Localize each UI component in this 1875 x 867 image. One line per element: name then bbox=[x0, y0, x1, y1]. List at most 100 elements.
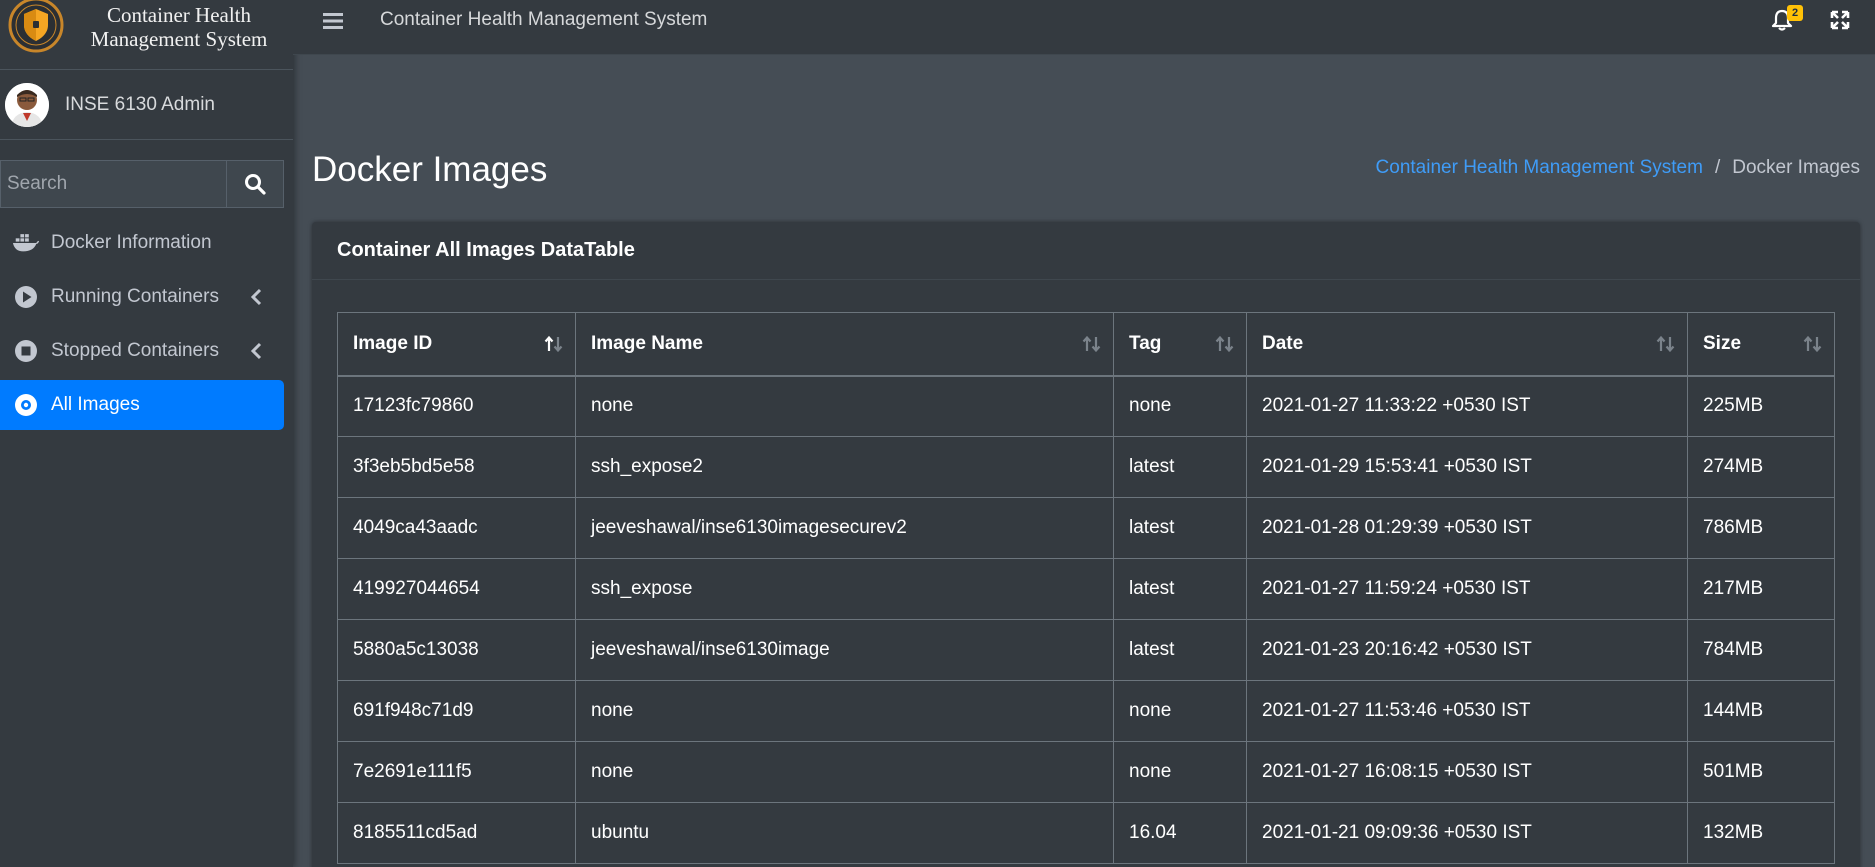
sidebar-search bbox=[0, 160, 284, 208]
column-header-tag[interactable]: Tag bbox=[1113, 312, 1247, 377]
cell-size: 132MB bbox=[1687, 802, 1835, 864]
table-row: 4049ca43aadc jeeveshawal/inse6130imagese… bbox=[337, 497, 1835, 559]
docker-icon bbox=[12, 229, 40, 257]
chevron-left-icon bbox=[250, 288, 262, 306]
breadcrumb-current: Docker Images bbox=[1732, 157, 1860, 178]
search-icon bbox=[245, 174, 266, 195]
breadcrumb: Container Health Management System / Doc… bbox=[1376, 157, 1860, 179]
cell-tag: latest bbox=[1113, 558, 1247, 620]
table-row: 691f948c71d9 none none 2021-01-27 11:53:… bbox=[337, 680, 1835, 742]
play-circle-icon bbox=[12, 283, 40, 311]
table-row: 3f3eb5bd5e58 ssh_expose2 latest 2021-01-… bbox=[337, 436, 1835, 498]
cell-date: 2021-01-29 15:53:41 +0530 IST bbox=[1246, 436, 1688, 498]
cell-size: 225MB bbox=[1687, 375, 1835, 437]
cell-image-id: 419927044654 bbox=[337, 558, 576, 620]
sidebar-item-label: Docker Information bbox=[51, 232, 212, 253]
column-label: Image ID bbox=[353, 332, 433, 354]
sort-icon bbox=[1215, 335, 1234, 353]
stop-circle-icon bbox=[12, 337, 40, 365]
cell-date: 2021-01-27 16:08:15 +0530 IST bbox=[1246, 741, 1688, 803]
user-avatar-icon bbox=[5, 82, 49, 127]
cell-tag: none bbox=[1113, 375, 1247, 437]
cell-image-name: ssh_expose2 bbox=[575, 436, 1114, 498]
cell-tag: latest bbox=[1113, 436, 1247, 498]
cell-image-id: 17123fc79860 bbox=[337, 375, 576, 437]
card-body: Image ID Image Name Tag Date Size 17123f… bbox=[337, 312, 1835, 864]
cell-size: 144MB bbox=[1687, 680, 1835, 742]
column-label: Size bbox=[1703, 332, 1742, 354]
breadcrumb-separator: / bbox=[1714, 157, 1721, 178]
user-panel[interactable]: INSE 6130 Admin bbox=[0, 70, 293, 140]
fullscreen-icon[interactable] bbox=[1830, 10, 1850, 30]
sort-icon bbox=[1082, 335, 1101, 353]
sort-ascending-icon bbox=[544, 335, 563, 353]
cell-tag: latest bbox=[1113, 497, 1247, 559]
column-header-image-id[interactable]: Image ID bbox=[337, 312, 576, 377]
column-header-image-name[interactable]: Image Name bbox=[575, 312, 1114, 377]
cell-image-name: ssh_expose bbox=[575, 558, 1114, 620]
chevron-left-icon bbox=[250, 342, 262, 360]
cell-image-name: none bbox=[575, 741, 1114, 803]
table-row: 17123fc79860 none none 2021-01-27 11:33:… bbox=[337, 375, 1835, 437]
cell-image-id: 4049ca43aadc bbox=[337, 497, 576, 559]
sort-icon bbox=[1656, 335, 1675, 353]
sidebar-item-label: Running Containers bbox=[51, 286, 219, 307]
cell-tag: latest bbox=[1113, 619, 1247, 681]
cell-date: 2021-01-28 01:29:39 +0530 IST bbox=[1246, 497, 1688, 559]
topbar-title[interactable]: Container Health Management System bbox=[380, 9, 707, 31]
sidebar-item-label: Stopped Containers bbox=[51, 340, 219, 361]
cell-date: 2021-01-27 11:33:22 +0530 IST bbox=[1246, 375, 1688, 437]
cell-image-id: 3f3eb5bd5e58 bbox=[337, 436, 576, 498]
cell-image-name: none bbox=[575, 680, 1114, 742]
cell-image-name: jeeveshawal/inse6130imagesecurev2 bbox=[575, 497, 1114, 559]
cell-size: 274MB bbox=[1687, 436, 1835, 498]
cell-tag: 16.04 bbox=[1113, 802, 1247, 864]
table-row: 7e2691e111f5 none none 2021-01-27 16:08:… bbox=[337, 741, 1835, 803]
sort-icon bbox=[1803, 335, 1822, 353]
cell-image-id: 691f948c71d9 bbox=[337, 680, 576, 742]
images-table: Image ID Image Name Tag Date Size 17123f… bbox=[337, 312, 1835, 864]
page-title: Docker Images bbox=[312, 150, 548, 189]
brand[interactable]: Container Health Management System bbox=[0, 0, 293, 70]
cell-image-name: ubuntu bbox=[575, 802, 1114, 864]
cell-tag: none bbox=[1113, 741, 1247, 803]
column-label: Tag bbox=[1129, 332, 1162, 354]
cell-size: 501MB bbox=[1687, 741, 1835, 803]
user-name[interactable]: INSE 6130 Admin bbox=[65, 94, 215, 116]
card-title: Container All Images DataTable bbox=[337, 239, 635, 261]
top-navbar: Container Health Management System 2 bbox=[293, 0, 1875, 55]
sidebar-item-docker-information[interactable]: Docker Information bbox=[0, 218, 284, 268]
breadcrumb-home-link[interactable]: Container Health Management System bbox=[1376, 157, 1703, 179]
table-row: 5880a5c13038 jeeveshawal/inse6130image l… bbox=[337, 619, 1835, 681]
cell-date: 2021-01-27 11:53:46 +0530 IST bbox=[1246, 680, 1688, 742]
sidebar-item-label: All Images bbox=[51, 394, 140, 415]
cell-image-id: 8185511cd5ad bbox=[337, 802, 576, 864]
column-header-date[interactable]: Date bbox=[1246, 312, 1688, 377]
search-input[interactable] bbox=[0, 160, 226, 208]
cell-tag: none bbox=[1113, 680, 1247, 742]
notification-badge: 2 bbox=[1787, 5, 1803, 21]
sidebar-item-all-images[interactable]: All Images bbox=[0, 380, 284, 430]
sidebar-nav: Docker Information Running Containers St… bbox=[0, 218, 284, 434]
table-row: 8185511cd5ad ubuntu 16.04 2021-01-21 09:… bbox=[337, 802, 1835, 864]
table-row: 419927044654 ssh_expose latest 2021-01-2… bbox=[337, 558, 1835, 620]
cell-size: 786MB bbox=[1687, 497, 1835, 559]
column-label: Date bbox=[1262, 332, 1304, 354]
column-label: Image Name bbox=[591, 332, 703, 354]
column-header-size[interactable]: Size bbox=[1687, 312, 1835, 377]
card-header: Container All Images DataTable bbox=[312, 222, 1860, 280]
cell-image-id: 5880a5c13038 bbox=[337, 619, 576, 681]
sidebar-item-running-containers[interactable]: Running Containers bbox=[0, 272, 284, 322]
cell-date: 2021-01-21 09:09:36 +0530 IST bbox=[1246, 802, 1688, 864]
cell-image-id: 7e2691e111f5 bbox=[337, 741, 576, 803]
cell-size: 784MB bbox=[1687, 619, 1835, 681]
shield-logo-icon bbox=[8, 0, 64, 52]
disc-icon bbox=[12, 391, 40, 419]
cell-size: 217MB bbox=[1687, 558, 1835, 620]
cell-image-name: jeeveshawal/inse6130image bbox=[575, 619, 1114, 681]
cell-date: 2021-01-23 20:16:42 +0530 IST bbox=[1246, 619, 1688, 681]
sidebar-item-stopped-containers[interactable]: Stopped Containers bbox=[0, 326, 284, 376]
hamburger-menu-icon[interactable] bbox=[321, 10, 345, 32]
table-header-row: Image ID Image Name Tag Date Size bbox=[337, 312, 1835, 377]
search-button[interactable] bbox=[226, 160, 284, 208]
